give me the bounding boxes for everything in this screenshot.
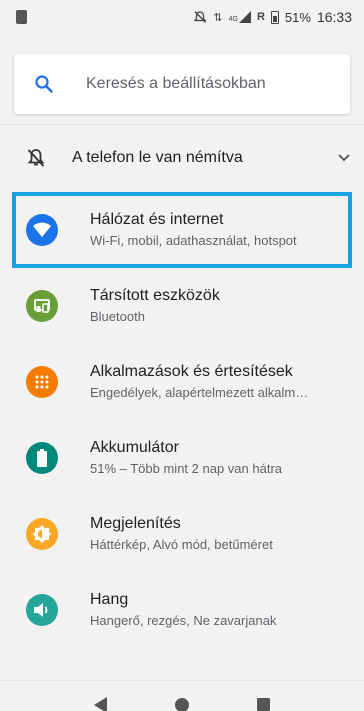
brightness-icon bbox=[26, 518, 58, 550]
settings-item-title: Hang bbox=[90, 591, 129, 608]
settings-item-title: Akkumulátor bbox=[90, 439, 179, 456]
status-bar: ⇅ 4G R 51% 16:33 bbox=[0, 0, 364, 34]
search-bar[interactable]: Keresés a beállításokban bbox=[14, 54, 350, 114]
devices-icon bbox=[26, 290, 58, 322]
settings-item-title: Alkalmazások és értesítések bbox=[90, 363, 293, 380]
settings-item-title: Megjelenítés bbox=[90, 515, 181, 532]
back-button[interactable] bbox=[94, 696, 107, 711]
search-icon bbox=[14, 54, 74, 114]
settings-item-subtitle: Háttérkép, Alvó mód, betűméret bbox=[90, 537, 273, 552]
home-button[interactable] bbox=[175, 697, 189, 711]
settings-item-battery[interactable]: Akkumulátor 51% – Több mint 2 nap van há… bbox=[0, 420, 364, 496]
settings-item-apps[interactable]: Alkalmazások és értesítések Engedélyek, … bbox=[0, 344, 364, 420]
settings-item-sound[interactable]: Hang Hangerő, rezgés, Ne zavarjanak bbox=[0, 572, 364, 648]
settings-item-network[interactable]: Hálózat és internet Wi-Fi, mobil, adatha… bbox=[0, 192, 364, 268]
network-type-label: 4G bbox=[228, 16, 238, 23]
settings-item-subtitle: Bluetooth bbox=[90, 309, 145, 324]
no-alarm-icon bbox=[193, 11, 207, 23]
status-icons: ⇅ 4G R 51% 16:33 bbox=[193, 9, 352, 25]
settings-item-display[interactable]: Megjelenítés Háttérkép, Alvó mód, betűmé… bbox=[0, 496, 364, 572]
search-placeholder: Keresés a beállításokban bbox=[86, 75, 266, 92]
battery-percent: 51% bbox=[284, 9, 311, 25]
notifications-off-icon bbox=[0, 147, 72, 169]
settings-item-connected-devices[interactable]: Társított eszközök Bluetooth bbox=[0, 268, 364, 344]
navigation-bar bbox=[0, 680, 364, 711]
wifi-icon bbox=[26, 214, 58, 246]
sim-card-icon bbox=[16, 10, 27, 24]
apps-grid-icon bbox=[26, 366, 58, 398]
recent-apps-button[interactable] bbox=[257, 698, 270, 711]
silent-mode-banner[interactable]: A telefon le van némítva bbox=[0, 130, 364, 186]
data-arrows-icon: ⇅ bbox=[213, 11, 223, 24]
volume-icon bbox=[26, 594, 58, 626]
chevron-down-icon[interactable] bbox=[324, 153, 364, 163]
silent-mode-label: A telefon le van némítva bbox=[72, 149, 243, 166]
divider bbox=[0, 124, 364, 125]
battery-icon bbox=[270, 10, 279, 24]
roaming-indicator: R bbox=[256, 11, 265, 23]
signal-icon: 4G bbox=[229, 11, 251, 23]
clock: 16:33 bbox=[316, 9, 352, 25]
settings-item-title: Társított eszközök bbox=[90, 287, 220, 304]
battery-icon bbox=[26, 442, 58, 474]
settings-item-subtitle: Hangerő, rezgés, Ne zavarjanak bbox=[90, 613, 277, 628]
settings-item-subtitle: Wi-Fi, mobil, adathasználat, hotspot bbox=[90, 233, 297, 248]
settings-item-title: Hálózat és internet bbox=[90, 211, 224, 228]
settings-item-subtitle: Engedélyek, alapértelmezett alkalm… bbox=[90, 385, 309, 400]
settings-item-subtitle: 51% – Több mint 2 nap van hátra bbox=[90, 461, 282, 476]
